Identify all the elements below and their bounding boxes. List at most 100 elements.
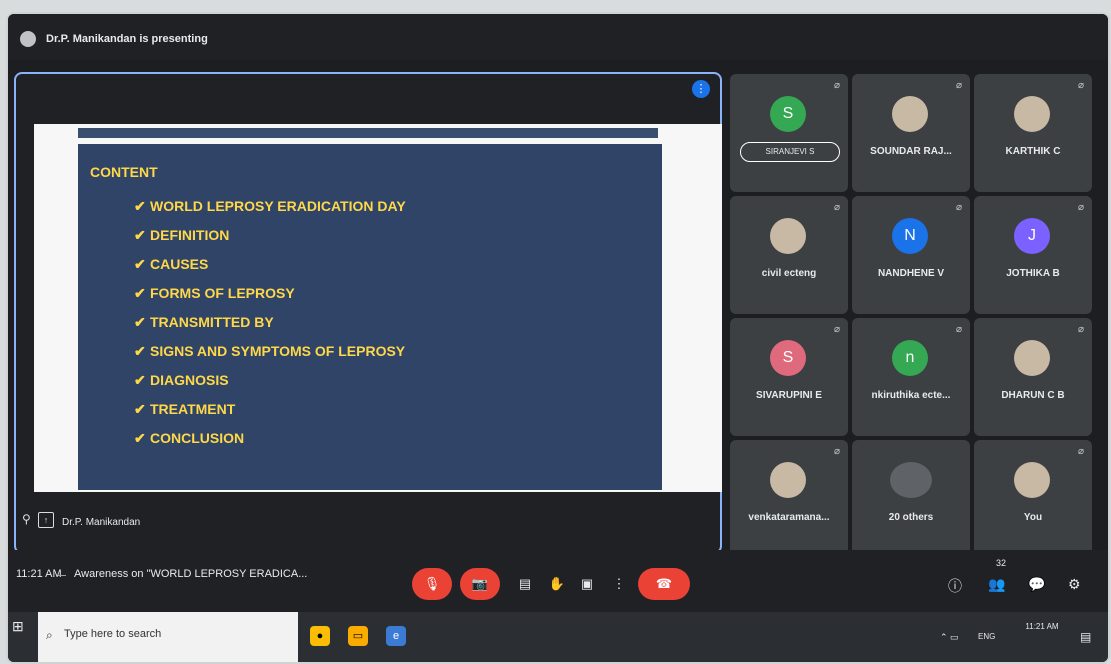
- presentation-stage[interactable]: ⋮ CONTENT ✔ WORLD LEPROSY ERADICATION DAY…: [14, 72, 722, 554]
- slide-item-list: ✔ WORLD LEPROSY ERADICATION DAY ✔ DEFINITI…: [134, 196, 406, 457]
- participant-tile[interactable]: 20 others: [852, 440, 970, 558]
- participant-tile[interactable]: ⌀ J JOTHIKA B: [974, 196, 1092, 314]
- participant-name: SIVARUPINI E: [756, 390, 822, 401]
- check-icon: ✔: [134, 401, 146, 417]
- slide-item: ✔ CONCLUSION: [134, 430, 245, 446]
- check-icon: ✔: [134, 372, 146, 388]
- check-icon: ✔: [134, 198, 146, 214]
- notifications-icon[interactable]: ▤: [1080, 630, 1091, 644]
- check-icon: ✔: [134, 430, 146, 446]
- mic-off-icon: ⌀: [955, 80, 962, 91]
- chrome-icon[interactable]: ●: [310, 626, 330, 646]
- more-options-button[interactable]: ⋮: [608, 568, 630, 600]
- check-icon: ✔: [134, 256, 146, 272]
- check-icon: ✔: [134, 285, 146, 301]
- slide-item: ✔ WORLD LEPROSY ERADICATION DAY: [134, 198, 406, 214]
- presenter-avatar: [20, 31, 36, 47]
- meeting-controls: 11:21 AM Awareness on "WORLD LEPROSY ERA…: [8, 550, 1108, 612]
- chat-icon[interactable]: 💬: [1028, 576, 1045, 593]
- slide-item: ✔ CAUSES: [134, 256, 209, 272]
- avatar: J: [1014, 218, 1050, 254]
- present-icon[interactable]: ↑: [38, 512, 54, 528]
- divider: [58, 575, 66, 576]
- stage-presenter-name: Dr.P. Manikandan: [62, 517, 141, 528]
- slide-item: ✔ TREATMENT: [134, 401, 236, 417]
- participants-count: 32: [996, 558, 1007, 568]
- avatar: [770, 218, 806, 254]
- participant-tile[interactable]: ⌀ You: [974, 440, 1092, 558]
- slide-item: ✔ TRANSMITTED BY: [134, 314, 274, 330]
- search-icon: ⌕: [46, 628, 53, 642]
- slide-item: ✔ FORMS OF LEPROSY: [134, 285, 295, 301]
- slide: CONTENT ✔ WORLD LEPROSY ERADICATION DAY ✔…: [78, 144, 662, 490]
- mic-off-icon: ⌀: [833, 202, 840, 213]
- mic-off-icon: ⌀: [1077, 446, 1084, 457]
- check-icon: ✔: [134, 314, 146, 330]
- mic-off-icon: ⌀: [955, 202, 962, 213]
- meeting-title: Awareness on "WORLD LEPROSY ERADICA...: [74, 568, 308, 580]
- mic-off-icon: ⌀: [955, 324, 962, 335]
- presenter-bar: Dr.P. Manikandan is presenting: [8, 14, 1108, 60]
- participant-tile[interactable]: ⌀ SOUNDAR RAJ...: [852, 74, 970, 192]
- participant-tile[interactable]: ⌀ N NANDHENE V: [852, 196, 970, 314]
- meeting-clock: 11:21 AM: [16, 568, 62, 580]
- participant-tile[interactable]: ⌀ S SIVARUPINI E: [730, 318, 848, 436]
- participant-tile[interactable]: ⌀ n nkiruthika ecte...: [852, 318, 970, 436]
- leave-call-button[interactable]: ☎: [638, 568, 690, 600]
- mic-off-icon: ⌀: [1077, 202, 1084, 213]
- windows-start-icon[interactable]: ⊞: [12, 618, 24, 635]
- participant-tile[interactable]: ⌀ venkataramana...: [730, 440, 848, 558]
- captions-button[interactable]: ▤: [514, 568, 536, 600]
- check-icon: ✔: [134, 227, 146, 243]
- input-language: ENG: [978, 632, 996, 641]
- participant-name: NANDHENE V: [877, 268, 945, 279]
- participant-name: You: [1023, 512, 1043, 523]
- slide-item: ✔ DIAGNOSIS: [134, 372, 229, 388]
- info-icon[interactable]: ⓘ: [948, 576, 962, 596]
- avatar: [892, 96, 928, 132]
- mic-off-icon: ⌀: [1077, 80, 1084, 91]
- app-icon[interactable]: e: [386, 626, 406, 646]
- mic-off-icon: ⌀: [1077, 324, 1084, 335]
- participant-name: 20 others: [888, 512, 934, 523]
- avatar: S: [770, 96, 806, 132]
- slide-heading: CONTENT: [90, 164, 158, 180]
- participant-tile[interactable]: ⌀ DHARUN C B: [974, 318, 1092, 436]
- raise-hand-button[interactable]: ✋: [546, 568, 568, 600]
- participant-name: JOTHIKA B: [1006, 268, 1060, 279]
- participant-tile[interactable]: ⌀ civil ecteng: [730, 196, 848, 314]
- audio-indicator-icon: ⋮: [692, 80, 710, 98]
- participant-name: KARTHIK C: [1005, 146, 1061, 157]
- avatar: S: [770, 340, 806, 376]
- present-now-button[interactable]: ▣: [576, 568, 598, 600]
- avatar: n: [892, 340, 928, 376]
- participant-name: venkataramana...: [748, 512, 830, 523]
- camera-toggle-button[interactable]: 📷: [460, 568, 500, 600]
- stage-footer: ⚲ ↑ Dr.P. Manikandan: [16, 506, 720, 552]
- mic-off-icon: ⌀: [833, 324, 840, 335]
- slide-item: ✔ SIGNS AND SYMPTOMS OF LEPROSY: [134, 343, 406, 359]
- avatar: [1014, 96, 1050, 132]
- meeting-window: Dr.P. Manikandan is presenting ⋮ CONTENT…: [8, 14, 1108, 662]
- search-placeholder: Type here to search: [64, 628, 162, 640]
- mic-toggle-button[interactable]: 🎙: [412, 568, 452, 600]
- participant-name: SIRANJEVI S: [740, 142, 840, 162]
- participant-tile[interactable]: ⌀ KARTHIK C: [974, 74, 1092, 192]
- pin-icon[interactable]: ⚲: [22, 512, 31, 526]
- slide-item: ✔ DEFINITION: [134, 227, 230, 243]
- taskbar: ⊞ ⌕ Type here to search ● ▭ e ⌃ ▭ ENG 11…: [8, 612, 1108, 662]
- file-explorer-icon[interactable]: ▭: [348, 626, 368, 646]
- mic-off-icon: ⌀: [833, 446, 840, 457]
- activities-icon[interactable]: ⚙: [1068, 576, 1081, 593]
- participant-name: SOUNDAR RAJ...: [870, 146, 952, 157]
- search-box[interactable]: ⌕ Type here to search: [38, 612, 298, 662]
- participant-tile[interactable]: ⌀ S SIRANJEVI S: [730, 74, 848, 192]
- tray-icons[interactable]: ⌃ ▭: [940, 632, 959, 643]
- participant-name: civil ecteng: [761, 268, 817, 279]
- participants-icon[interactable]: 👥: [988, 576, 1005, 593]
- participant-name: DHARUN C B: [1001, 390, 1065, 401]
- taskbar-time: 11:21 AM: [1025, 622, 1059, 631]
- check-icon: ✔: [134, 343, 146, 359]
- avatar: [1014, 340, 1050, 376]
- group-avatars: [890, 462, 932, 498]
